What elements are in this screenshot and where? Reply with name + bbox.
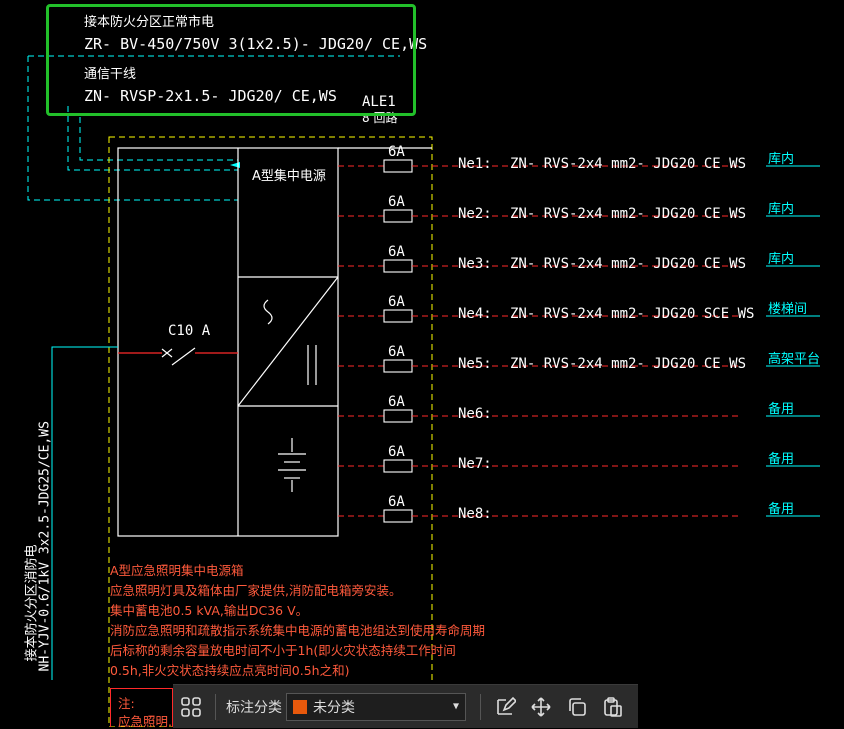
incoming-cable: NH-YJV-0.6/1kV 3x2.5-JDG25/CE,WS: [37, 421, 53, 672]
dc-symbol: [307, 345, 317, 385]
category-select[interactable]: 未分类 ▼: [286, 692, 466, 721]
circuit-name: Ne6:: [458, 406, 492, 422]
circuit-destination: 库内: [768, 152, 795, 167]
circuit-destination: 备用: [768, 452, 795, 467]
panel-dashed-frame: [108, 136, 433, 727]
circuit-name: Ne4:: [458, 306, 492, 322]
highlight-box[interactable]: [46, 4, 416, 116]
fuse-symbol: [383, 509, 413, 523]
circuit-cable: ZN- RVS-2x4 mm2- JDG20 CE WS: [510, 256, 747, 272]
circuit-cable: ZN- RVS-2x4 mm2- JDG20 CE WS: [510, 206, 747, 222]
fuse-rating: 6A: [388, 344, 405, 360]
note-line: 集中蓄电池0.5 kVA,输出DC36 V。: [110, 603, 309, 618]
circuit-destination: 高架平台: [768, 352, 821, 367]
battery-symbol: [278, 438, 306, 492]
fuse-rating: 6A: [388, 144, 405, 160]
fuse-symbol: [383, 309, 413, 323]
fuse-symbol: [383, 359, 413, 373]
breaker-rating: C10 A: [168, 323, 211, 339]
move-icon[interactable]: [523, 689, 559, 725]
fuse-symbol: [383, 459, 413, 473]
note-line: 消防应急照明和疏散指示系统集中电源的蓄电池组达到使用寿命周期: [110, 623, 486, 638]
note-header: 注:: [118, 696, 135, 711]
circuit-cable: ZN- RVS-2x4 mm2- JDG20 CE WS: [510, 356, 747, 372]
circuit-destination: 备用: [768, 402, 795, 417]
category-label: 标注分类: [226, 699, 282, 716]
fuse-rating: 6A: [388, 444, 405, 460]
toolbar-divider: [215, 693, 216, 720]
circuit-cable: ZN- RVS-2x4 mm2- JDG20 SCE WS: [510, 306, 755, 322]
breaker-symbol: [161, 347, 196, 366]
panel-main-title: A型集中电源: [252, 169, 326, 184]
category-color-swatch: [293, 699, 307, 714]
note-line: 应急照明灯具及箱体由厂家提供,消防配电箱旁安装。: [110, 583, 402, 598]
fuse-rating: 6A: [388, 394, 405, 410]
incoming-cyan-line: [51, 346, 118, 680]
fuse-rating: 6A: [388, 494, 405, 510]
note-line: 0.5h,非火灾状态持续应点亮时间0.5h之和): [110, 663, 350, 678]
fuse-rating: 6A: [388, 294, 405, 310]
annotation-toolbar: 标注分类 未分类 ▼: [173, 684, 638, 728]
circuit-destination: 备用: [768, 502, 795, 517]
circuit-name: Ne7:: [458, 456, 492, 472]
fuse-symbol: [383, 259, 413, 273]
circuit-destination: 库内: [768, 202, 795, 217]
fuse-symbol: [383, 409, 413, 423]
fuse-rating: 6A: [388, 194, 405, 210]
toolbar-divider: [480, 693, 481, 720]
fuse-rating: 6A: [388, 244, 405, 260]
fuse-symbol: [383, 159, 413, 173]
chevron-down-icon: ▼: [452, 701, 459, 712]
circuit-cable: ZN- RVS-2x4 mm2- JDG20 CE WS: [510, 156, 747, 172]
circuit-name: Ne1:: [458, 156, 492, 172]
paste-icon[interactable]: [595, 689, 631, 725]
category-selected: 未分类: [313, 699, 355, 716]
note-line: A型应急照明集中电源箱: [110, 563, 244, 578]
note-line: 后标称的剩余容量放电时间不小于1h(即火灾状态持续工作时间: [110, 643, 456, 658]
copy-icon[interactable]: [559, 689, 595, 725]
fuse-symbol: [383, 209, 413, 223]
circuit-name: Ne3:: [458, 256, 492, 272]
grid-icon[interactable]: [173, 689, 209, 725]
circuit-name: Ne2:: [458, 206, 492, 222]
circuit-destination: 楼梯间: [768, 302, 808, 317]
circuit-destination: 库内: [768, 252, 795, 267]
circuit-name: Ne8:: [458, 506, 492, 522]
edit-icon[interactable]: [487, 689, 523, 725]
circuit-name: Ne5:: [458, 356, 492, 372]
ac-symbol: [263, 299, 273, 325]
panel-outline: [117, 147, 432, 537]
